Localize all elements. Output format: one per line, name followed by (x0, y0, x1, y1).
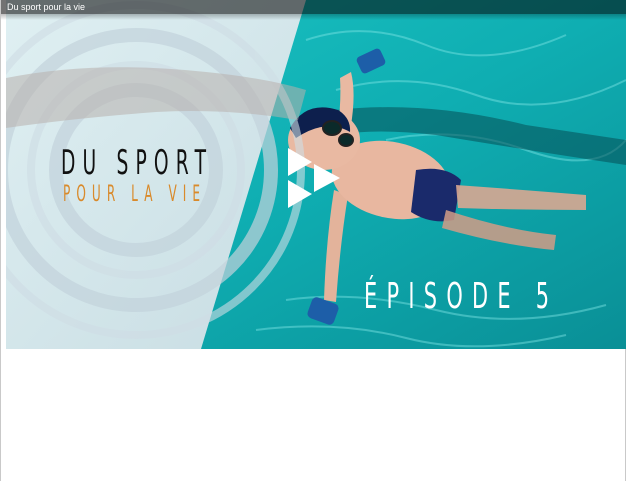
page-frame: Du sport pour la vie DU SPORT POUR LA VI… (0, 0, 626, 481)
video-thumbnail[interactable]: DU SPORT POUR LA VIE ÉPISODE 5 (6, 0, 626, 349)
episode-label: ÉPISODE 5 (364, 276, 559, 317)
title-bar-shadow (1, 14, 626, 20)
window-title: Du sport pour la vie (7, 2, 86, 12)
show-title-line-1: DU SPORT (61, 143, 214, 183)
show-title-line-2: POUR LA VIE (63, 182, 207, 207)
window-title-bar: Du sport pour la vie (1, 0, 626, 14)
